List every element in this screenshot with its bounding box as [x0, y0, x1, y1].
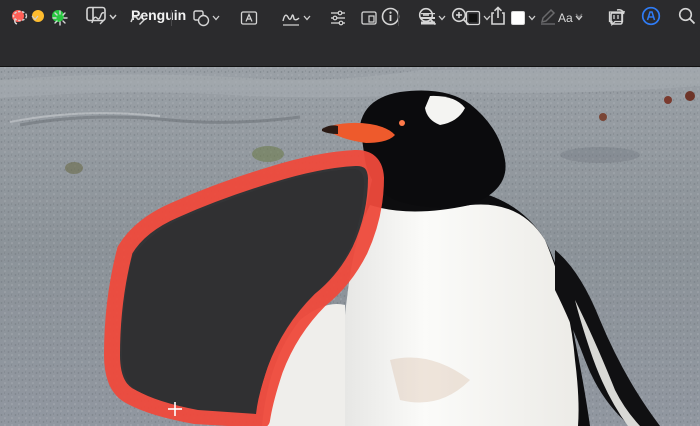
lasso-selection-icon	[11, 9, 29, 27]
info-icon	[381, 7, 400, 26]
adjust-size-button[interactable]	[360, 9, 378, 27]
shapes-icon	[192, 9, 210, 27]
text-style-button[interactable]: Aa	[558, 9, 583, 27]
highlight-pen-icon	[539, 7, 557, 25]
fill-color-button[interactable]	[510, 9, 536, 27]
border-color-button[interactable]	[465, 9, 491, 27]
border-style-button[interactable]	[420, 9, 446, 27]
markup-toolbar	[0, 32, 700, 67]
penguin-belly	[342, 204, 579, 426]
adjust-color-icon	[329, 9, 347, 27]
image-canvas[interactable]	[0, 67, 700, 426]
text-box-icon	[240, 9, 258, 27]
moss-patch	[252, 146, 284, 162]
text-box-button[interactable]	[240, 9, 258, 27]
instant-alpha-icon	[51, 9, 69, 27]
markup-icon	[641, 6, 661, 26]
markup-button[interactable]	[640, 5, 662, 27]
adjust-color-button[interactable]	[329, 9, 347, 27]
description-button[interactable]	[607, 9, 625, 27]
shapes-button[interactable]	[192, 9, 220, 27]
chevron-down-icon	[212, 15, 220, 21]
penguin-photo	[0, 67, 700, 426]
rock-shadow	[560, 147, 640, 163]
moss-patch	[65, 162, 83, 174]
chevron-down-icon	[109, 7, 117, 25]
search-button[interactable]	[676, 5, 698, 27]
chevron-down-icon	[438, 15, 446, 21]
border-style-icon	[420, 10, 436, 26]
text-style-label: Aa	[558, 11, 573, 25]
chevron-down-icon	[575, 15, 583, 21]
share-icon	[489, 6, 507, 26]
draw-button[interactable]	[128, 9, 146, 27]
fill-color-icon	[510, 10, 526, 26]
border-color-icon	[465, 10, 481, 26]
chevron-down-icon	[528, 15, 536, 21]
instant-alpha-button[interactable]	[51, 9, 69, 27]
description-icon	[607, 9, 625, 27]
chevron-down-icon	[31, 15, 39, 21]
sketch-button[interactable]	[89, 9, 107, 27]
signature-button[interactable]	[281, 9, 311, 27]
toolbar-divider	[171, 10, 172, 26]
draw-icon	[128, 9, 146, 27]
signature-icon	[281, 9, 301, 27]
selection-tools-button[interactable]	[11, 9, 39, 27]
toolbar-divider	[398, 10, 399, 26]
sketch-icon	[89, 9, 107, 27]
chevron-down-icon	[303, 15, 311, 21]
pebble	[664, 96, 672, 104]
highlight-button[interactable]	[537, 5, 559, 27]
pebble	[685, 91, 695, 101]
adjust-size-icon	[360, 9, 378, 27]
pebble	[599, 113, 607, 121]
search-icon	[678, 7, 696, 25]
penguin-eye	[399, 120, 405, 126]
chevron-down-icon	[483, 15, 491, 21]
